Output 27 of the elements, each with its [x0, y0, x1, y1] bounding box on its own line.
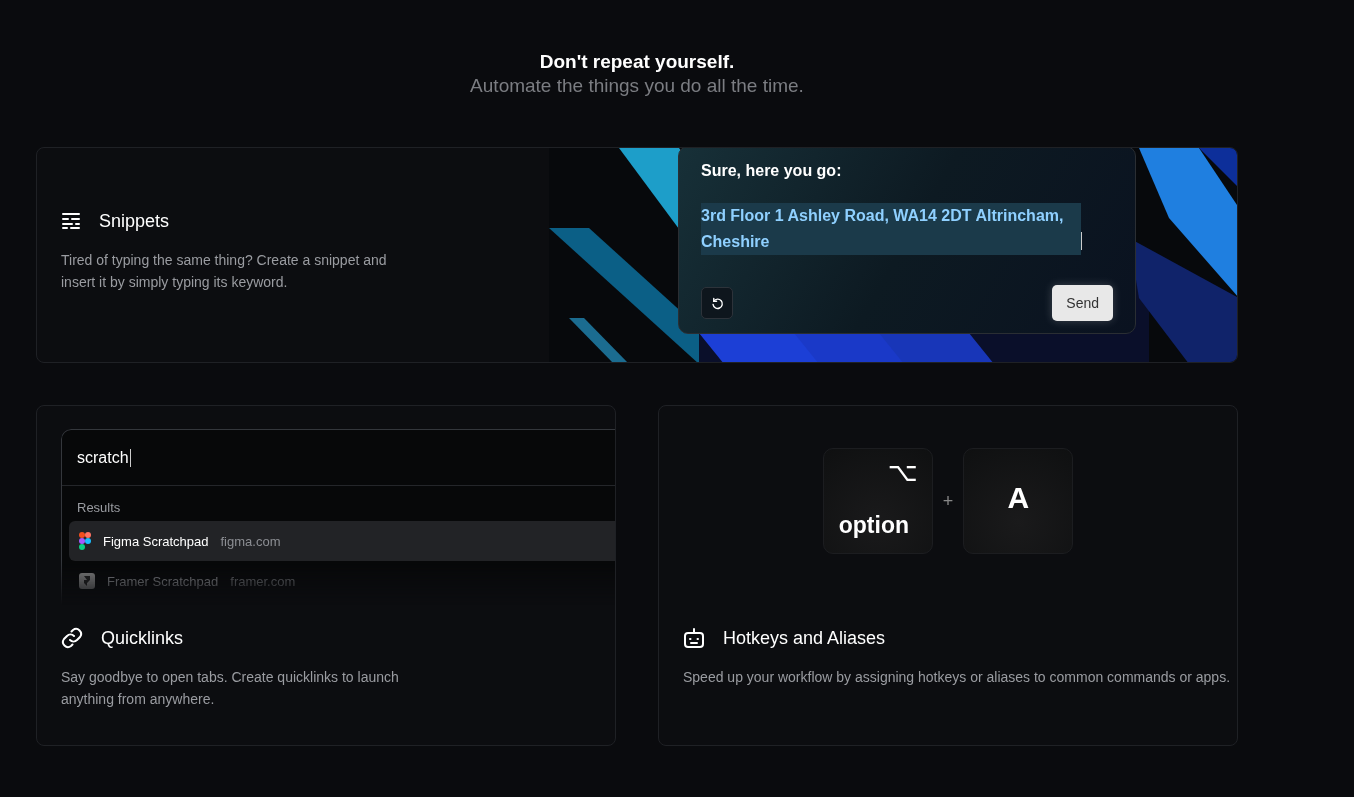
card-title: Hotkeys and Aliases: [723, 627, 886, 650]
card-title: Quicklinks: [101, 627, 184, 650]
card-description: Speed up your workflow by assigning hotkeys or aliases to common commands or apps.: [683, 668, 1232, 687]
selected-text: 3rd Floor 1 Ashley Road, WA14 2DT Altrincham, Cheshire: [701, 203, 1081, 255]
refresh-icon: [710, 296, 724, 310]
chat-message: Sure, here you go:: [701, 161, 843, 181]
section-label: Results: [76, 499, 122, 517]
lines-icon: [61, 212, 81, 230]
page-subtitle: Automate the things you do all the time.: [470, 74, 804, 98]
refresh-button[interactable]: [701, 287, 733, 319]
app-tile-icon: [79, 573, 95, 589]
key-symbol: ⌥: [887, 457, 918, 488]
robot-icon: [683, 627, 705, 649]
link-icon: [61, 627, 83, 649]
text-cursor: [1081, 232, 1082, 250]
card-description: Say goodbye to open tabs. Create quicklinks to launch anything from anywhere.: [61, 668, 400, 709]
send-button[interactable]: Send: [1052, 285, 1113, 321]
figma-logo-icon: [79, 532, 91, 550]
key-label: option: [838, 512, 909, 539]
card-description: Tired of typing the same thing? Create a snippet and insert it by simply typing its keyword.: [61, 251, 388, 292]
search-field[interactable]: scratch: [62, 430, 615, 486]
page-title: Don't repeat yourself.: [539, 50, 735, 74]
text-cursor: [129, 448, 131, 467]
plus-sign: +: [942, 490, 954, 512]
card-title: Snippets: [99, 210, 170, 233]
result-item[interactable]: Figma Scratchpad figma.com: [69, 521, 615, 561]
key-label: A: [1006, 481, 1031, 515]
